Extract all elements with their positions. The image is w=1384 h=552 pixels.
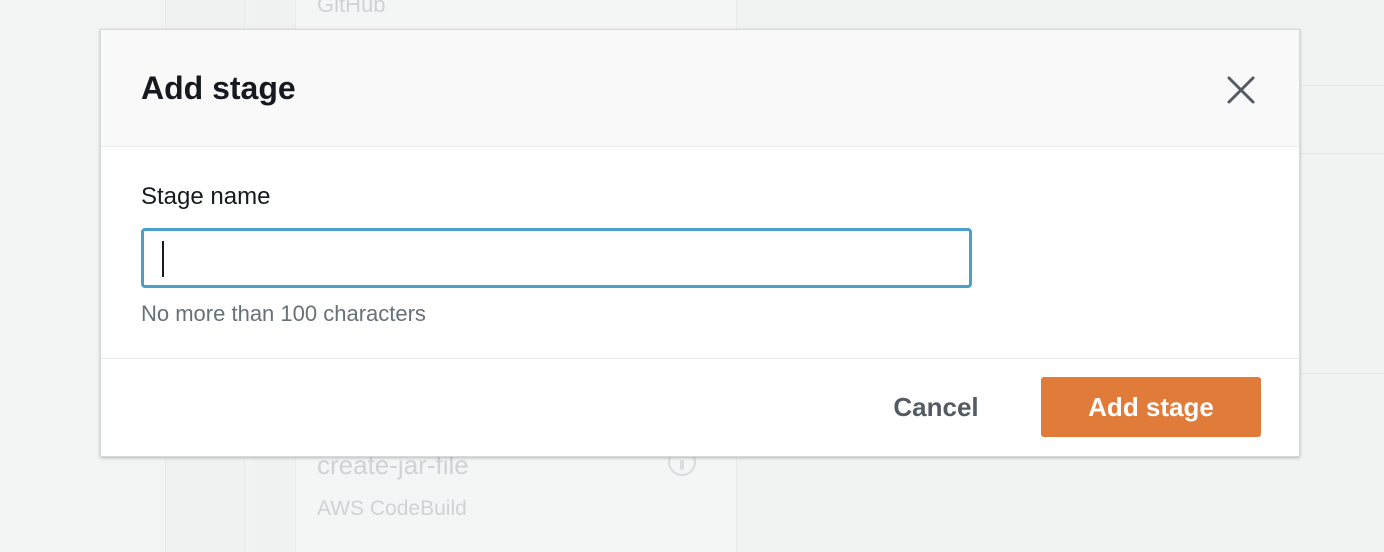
- background-provider: AWS CodeBuild: [317, 497, 467, 520]
- stage-name-input[interactable]: [141, 228, 972, 288]
- modal-body: Stage name No more than 100 characters: [101, 147, 1299, 359]
- stage-name-label: Stage name: [141, 183, 271, 210]
- add-stage-modal: Add stage Stage name No more than 100 ch…: [100, 29, 1300, 457]
- modal-header: Add stage: [101, 30, 1299, 147]
- background-divider: [1300, 373, 1384, 374]
- close-button[interactable]: [1223, 72, 1259, 108]
- modal-title: Add stage: [141, 70, 296, 106]
- background-card-label: GitHub: [317, 0, 386, 17]
- close-icon: [1227, 76, 1255, 104]
- stage-name-hint: No more than 100 characters: [141, 301, 426, 326]
- cancel-button[interactable]: Cancel: [871, 377, 1001, 437]
- background-divider: [1300, 85, 1384, 86]
- background-divider: [1300, 153, 1384, 154]
- text-cursor: [162, 241, 164, 277]
- modal-footer: Cancel Add stage: [101, 359, 1299, 456]
- add-stage-button[interactable]: Add stage: [1041, 377, 1261, 437]
